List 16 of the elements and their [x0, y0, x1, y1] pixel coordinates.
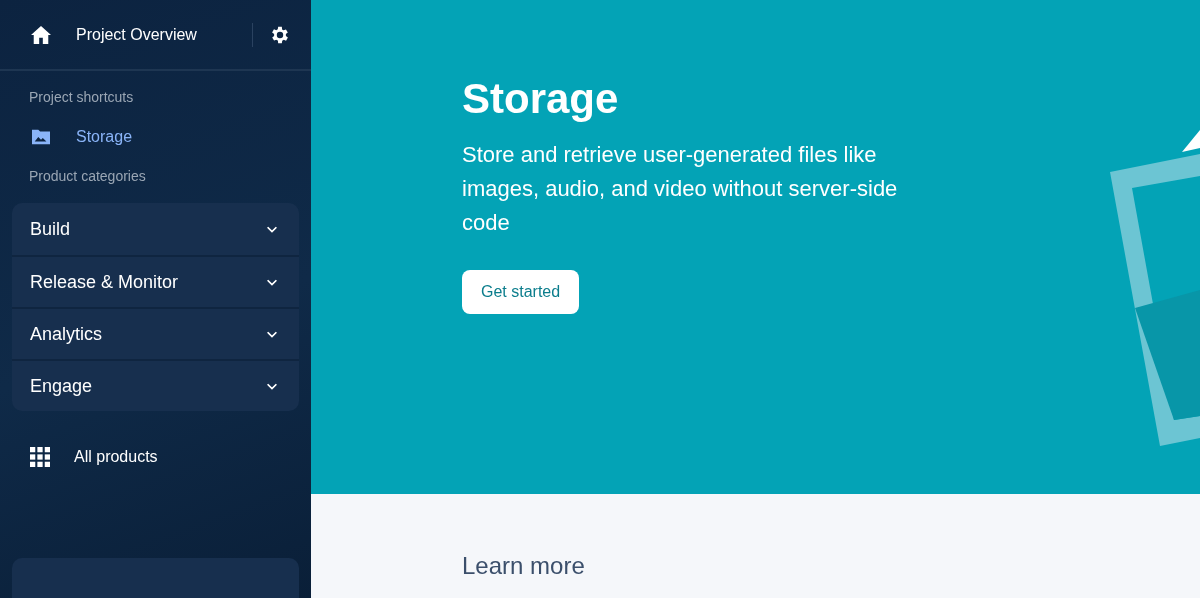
- hero-title: Storage: [462, 76, 620, 123]
- section-heading: Learn more: [462, 552, 586, 581]
- category-item[interactable]: Analytics: [12, 307, 299, 359]
- category-item[interactable]: Engage: [12, 359, 299, 411]
- category-item[interactable]: Build: [12, 203, 299, 255]
- hero-description: Store and retrieve user-generated files like images, audio, and video without server-side code: [462, 141, 899, 238]
- home-icon: [30, 24, 52, 45]
- shortcut-item[interactable]: Storage: [0, 116, 163, 158]
- get-started-button[interactable]: Get started: [462, 270, 580, 315]
- grid-icon: [30, 447, 50, 467]
- category-item[interactable]: Release & Monitor: [12, 255, 299, 307]
- folder-image-icon: [30, 128, 52, 146]
- section-label: Project shortcuts: [28, 88, 135, 107]
- all-products-link[interactable]: All products: [0, 435, 311, 479]
- project-overview-link[interactable]: Project Overview: [30, 22, 252, 47]
- section-label: Product categories: [28, 167, 147, 186]
